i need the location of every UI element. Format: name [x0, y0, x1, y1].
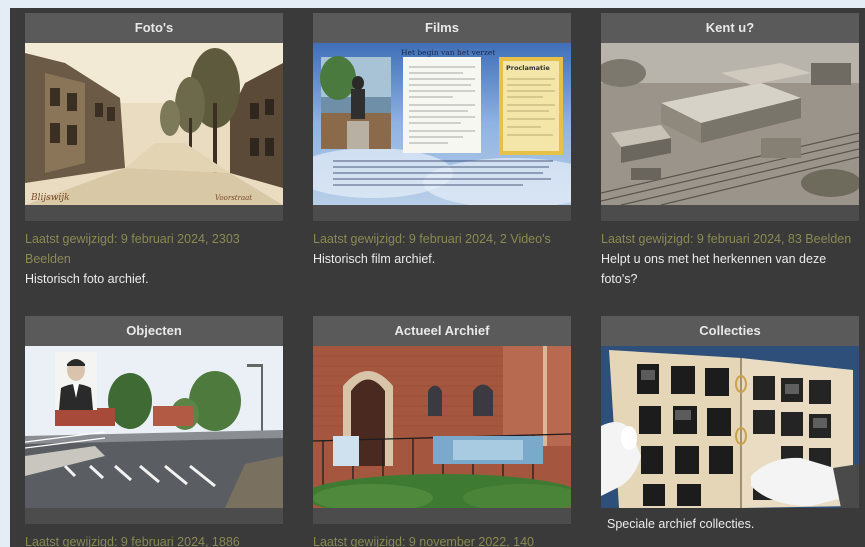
- thumbnail-footer-bar: [25, 205, 283, 221]
- card-thumbnail-street-photo[interactable]: Blijswijk Voorstraat: [25, 43, 283, 205]
- card-collecties: Collecties Speciale archief collecties.: [601, 316, 859, 534]
- card-meta: Laatst gewijzigd: 9 februari 2024, 83 Be…: [601, 232, 852, 246]
- thumb-heading: Het begin van het verzet: [401, 48, 495, 57]
- card-objecten: Objecten Laatst gewijzigd: 9 februari 20…: [25, 316, 283, 547]
- card-title[interactable]: Foto's: [25, 13, 283, 43]
- card-meta: Laatst gewijzigd: 9 februari 2024, 1886 …: [25, 535, 240, 547]
- card-kent-u: Kent u? Laatst gewijzigd: 9 februari 202…: [601, 13, 859, 289]
- thumbnail-footer-bar: [313, 508, 571, 524]
- card-thumbnail-aerial-photo[interactable]: [601, 43, 859, 205]
- thumb-doc-title: Proclamatie: [506, 64, 550, 72]
- card-actueel-archief: Actueel Archief Laatst gewijzigd: 9 nove…: [313, 316, 571, 547]
- card-description: Helpt u ons met het herkennen van deze f…: [601, 252, 827, 286]
- card-title[interactable]: Films: [313, 13, 571, 43]
- thumbnail-footer-bar: [313, 205, 571, 221]
- thumb-caption-right: Voorstraat: [215, 194, 252, 202]
- gallery-panel: Foto's Blijswijk Voorstraat Laatst gewij…: [10, 8, 865, 547]
- card-description: Speciale archief collecties.: [607, 517, 755, 531]
- card-title[interactable]: Actueel Archief: [313, 316, 571, 346]
- card-thumbnail-street-portrait[interactable]: [25, 346, 283, 508]
- thumb-caption-left: Blijswijk: [30, 193, 70, 203]
- card-title[interactable]: Objecten: [25, 316, 283, 346]
- card-title[interactable]: Collecties: [601, 316, 859, 346]
- card-fotos: Foto's Blijswijk Voorstraat Laatst gewij…: [25, 13, 283, 289]
- card-description: Historisch film archief.: [313, 252, 436, 266]
- card-title[interactable]: Kent u?: [601, 13, 859, 43]
- card-films: Films Het begin van het verzet Proclamat…: [313, 13, 571, 269]
- card-thumbnail-film-collage[interactable]: Het begin van het verzet Proclamatie: [313, 43, 571, 205]
- thumbnail-footer-bar: [601, 205, 859, 221]
- card-thumbnail-church-wall[interactable]: [313, 346, 571, 508]
- thumbnail-footer-bar: [25, 508, 283, 524]
- card-meta: Laatst gewijzigd: 9 november 2022, 140 B…: [313, 535, 534, 547]
- card-description: Historisch foto archief.: [25, 272, 149, 286]
- card-thumbnail-photo-album[interactable]: [601, 346, 859, 508]
- card-meta: Laatst gewijzigd: 9 februari 2024, 2 Vid…: [313, 232, 551, 246]
- card-meta: Laatst gewijzigd: 9 februari 2024, 2303 …: [25, 232, 240, 266]
